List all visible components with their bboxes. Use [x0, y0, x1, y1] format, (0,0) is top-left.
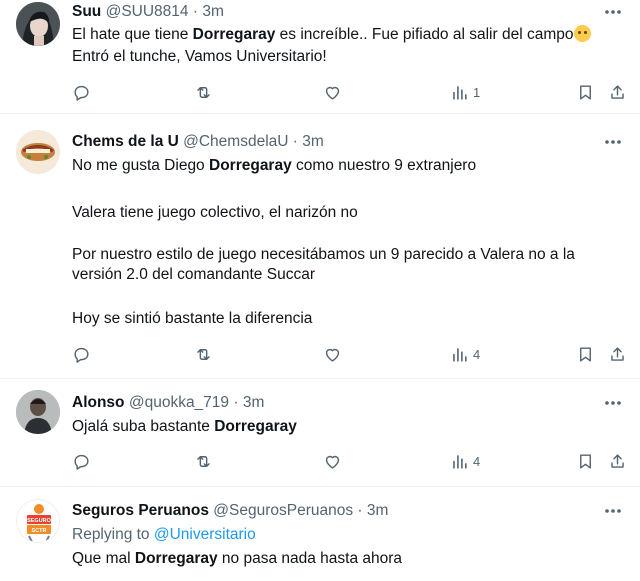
- user-handle[interactable]: @SegurosPeruanos: [213, 502, 353, 519]
- like-button[interactable]: [323, 450, 342, 472]
- bookmark-button[interactable]: [576, 450, 595, 472]
- user-handle[interactable]: @quokka_719: [129, 394, 229, 411]
- tweet-header: Suu @SUU8814 · 3m: [72, 2, 224, 22]
- separator-dot: ·: [357, 502, 363, 519]
- avatar[interactable]: [16, 130, 60, 174]
- reply-icon: [74, 85, 89, 101]
- views-count: 1: [473, 84, 481, 100]
- reply-button[interactable]: [72, 81, 91, 103]
- display-name[interactable]: Chems de la U: [72, 133, 179, 150]
- tweet-text-line: El hate que tiene Dorregaray es increíbl…: [72, 25, 592, 45]
- retweet-button[interactable]: [194, 81, 213, 103]
- tweet-text-line: No me gusta Diego Dorregaray como nuestr…: [72, 157, 477, 174]
- like-button[interactable]: [323, 81, 342, 103]
- views-button[interactable]: 4: [450, 450, 480, 472]
- action-bar: 1: [0, 81, 640, 105]
- user-handle[interactable]: @ChemsdelaU: [183, 133, 288, 150]
- tweet-text-line: Hoy se sintió bastante la diferencia: [72, 310, 313, 327]
- views-button[interactable]: 1: [450, 81, 480, 103]
- replying-to: Replying to @Universitario: [72, 526, 256, 543]
- reply-icon: [74, 347, 89, 363]
- bookmark-button[interactable]: [576, 343, 595, 365]
- share-icon: [611, 346, 624, 361]
- more-options-icon[interactable]: [602, 393, 624, 413]
- tweet-chems[interactable]: Chems de la U @ChemsdelaU · 3m No me gus…: [0, 114, 640, 378]
- bookmark-icon: [580, 346, 591, 362]
- retweet-button[interactable]: [194, 343, 213, 365]
- display-name[interactable]: Suu: [72, 3, 101, 20]
- tweet-header: Seguros Peruanos @SegurosPeruanos · 3m: [72, 501, 388, 521]
- heart-icon: [325, 348, 340, 362]
- avatar[interactable]: [16, 2, 60, 46]
- tweet-header: Alonso @quokka_719 · 3m: [72, 393, 264, 413]
- timestamp[interactable]: 3m: [243, 394, 265, 411]
- reply-button[interactable]: [72, 343, 91, 365]
- tweet-text-line: Por nuestro estilo de juego necesitábamo…: [72, 246, 575, 263]
- tweet-text-line: versión 2.0 del comandante Succar: [72, 266, 315, 283]
- retweet-button[interactable]: [194, 450, 213, 472]
- timestamp[interactable]: 3m: [202, 3, 224, 20]
- bookmark-icon: [580, 453, 591, 469]
- share-icon: [611, 453, 624, 468]
- bookmark-icon: [580, 84, 591, 100]
- tweet-text-line: Que mal Dorregaray no pasa nada hasta ah…: [72, 550, 403, 567]
- retweet-icon: [197, 455, 210, 467]
- views-button[interactable]: 4: [450, 343, 480, 365]
- retweet-icon: [197, 86, 210, 98]
- avatar[interactable]: [16, 390, 60, 434]
- timestamp[interactable]: 3m: [367, 502, 389, 519]
- replying-to-link[interactable]: @Universitario: [154, 526, 256, 543]
- reply-button[interactable]: [72, 450, 91, 472]
- timestamp[interactable]: 3m: [302, 133, 324, 150]
- separator-dot: ·: [192, 3, 199, 20]
- bookmark-button[interactable]: [576, 81, 595, 103]
- tweet-text-line: Valera tiene juego colectivo, el narizón…: [72, 204, 358, 221]
- views-count: 4: [473, 453, 481, 469]
- avatar-text: SCTR: [32, 528, 47, 534]
- views-icon: [453, 85, 467, 100]
- more-options-icon[interactable]: [602, 132, 624, 152]
- heart-icon: [325, 86, 340, 100]
- share-button[interactable]: [608, 81, 627, 103]
- share-button[interactable]: [608, 450, 627, 472]
- views-count: 4: [473, 346, 481, 362]
- views-icon: [453, 454, 467, 469]
- separator-dot: ·: [292, 133, 298, 150]
- tweet-text-line: Ojalá suba bastante Dorregaray: [72, 418, 297, 435]
- tweet-text-line: Entró el tunche, Vamos Universitario!: [72, 48, 327, 65]
- views-icon: [453, 347, 467, 362]
- share-icon: [611, 84, 624, 99]
- tweet-suu[interactable]: Suu @SUU8814 · 3m El hate que tiene Dorr…: [0, 0, 640, 112]
- display-name[interactable]: Seguros Peruanos: [72, 502, 209, 519]
- like-button[interactable]: [323, 343, 342, 365]
- display-name[interactable]: Alonso: [72, 394, 125, 411]
- tweet-seguros-peruanos[interactable]: SEGURO SCTR Seguros Peruanos @SegurosPer…: [0, 487, 640, 581]
- action-bar: 4: [0, 343, 640, 367]
- action-bar: 4: [0, 450, 640, 474]
- emoji-icon: [574, 25, 592, 42]
- tweet-alonso[interactable]: Alonso @quokka_719 · 3m Ojalá suba basta…: [0, 379, 640, 485]
- reply-icon: [74, 454, 89, 470]
- retweet-icon: [197, 348, 210, 360]
- separator-dot: ·: [233, 394, 239, 411]
- heart-icon: [325, 455, 340, 469]
- share-button[interactable]: [608, 343, 627, 365]
- tweet-header: Chems de la U @ChemsdelaU · 3m: [72, 132, 324, 152]
- user-handle[interactable]: @SUU8814: [106, 3, 189, 20]
- more-options-icon[interactable]: [602, 2, 624, 22]
- avatar-text: SEGURO: [27, 518, 52, 524]
- more-options-icon[interactable]: [602, 501, 624, 521]
- avatar[interactable]: SEGURO SCTR: [16, 499, 60, 543]
